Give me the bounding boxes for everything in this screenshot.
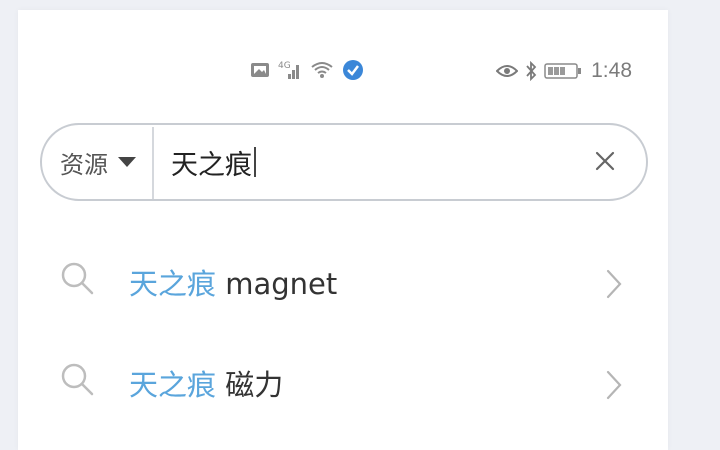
search-divider bbox=[152, 127, 154, 199]
status-bar: 4G 1:48 bbox=[18, 10, 668, 130]
search-bar: 资源 天之痕 bbox=[40, 123, 648, 201]
chevron-right-icon bbox=[606, 269, 622, 299]
scope-dropdown[interactable]: 资源 bbox=[60, 125, 136, 199]
suggestion-item[interactable]: 天之痕 magnet bbox=[18, 239, 668, 329]
search-input[interactable]: 天之痕 bbox=[171, 125, 256, 199]
suggestion-text: 天之痕 magnet bbox=[129, 261, 337, 303]
clear-icon[interactable] bbox=[592, 148, 618, 174]
app-screen: 4G 1:48 资源 天之痕 天之痕 magnet 天之痕 磁力 bbox=[18, 10, 668, 450]
scope-label: 资源 bbox=[60, 150, 108, 179]
status-right-icons: 1:48 bbox=[496, 59, 632, 83]
search-icon bbox=[61, 262, 94, 295]
gallery-icon bbox=[251, 63, 269, 77]
wifi-icon bbox=[311, 62, 333, 78]
suggestion-item[interactable]: 天之痕 磁力 bbox=[18, 340, 668, 430]
eye-icon bbox=[496, 65, 519, 77]
status-left-icons: 4G bbox=[250, 59, 364, 81]
suggestion-highlight: 天之痕 bbox=[129, 368, 217, 402]
battery-icon bbox=[544, 63, 582, 79]
status-time: 1:48 bbox=[591, 59, 632, 82]
chevron-right-icon bbox=[606, 370, 622, 400]
suggestion-suffix: magnet bbox=[216, 267, 338, 301]
search-icon bbox=[61, 363, 94, 396]
verified-badge-icon bbox=[343, 60, 363, 80]
suggestion-text: 天之痕 磁力 bbox=[129, 362, 283, 404]
caret-down-icon bbox=[118, 157, 136, 167]
signal-icon: 4G bbox=[278, 61, 299, 79]
search-query-text: 天之痕 bbox=[171, 149, 252, 181]
suggestion-suffix: 磁力 bbox=[216, 368, 284, 402]
svg-text:4G: 4G bbox=[278, 61, 291, 71]
bluetooth-icon bbox=[526, 61, 537, 81]
text-cursor bbox=[254, 147, 256, 177]
suggestion-highlight: 天之痕 bbox=[129, 267, 217, 301]
